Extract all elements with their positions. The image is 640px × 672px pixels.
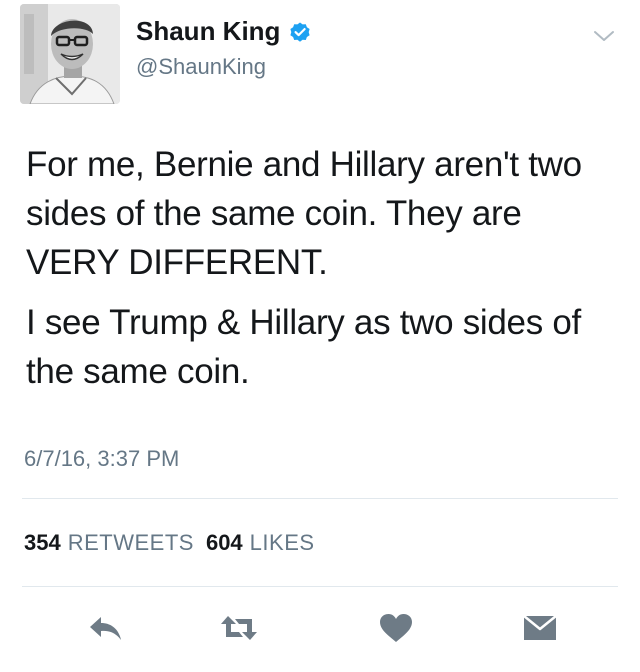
tweet-stats: 354 RETWEETS 604 LIKES — [24, 530, 315, 556]
like-button[interactable] — [376, 608, 416, 648]
retweets-stat[interactable]: 354 RETWEETS — [24, 530, 194, 556]
divider — [22, 498, 618, 499]
message-button[interactable] — [520, 608, 560, 648]
retweet-button[interactable] — [219, 608, 259, 648]
divider — [22, 586, 618, 587]
reply-icon — [90, 617, 121, 640]
avatar-portrait — [20, 4, 120, 104]
likes-count: 604 — [205, 530, 243, 555]
chevron-down-icon[interactable] — [592, 28, 616, 44]
envelope-icon — [523, 615, 557, 640]
author-name-row[interactable]: Shaun King — [136, 16, 312, 47]
tweet-paragraph: I see Trump & Hillary as two sides of th… — [26, 303, 581, 391]
heart-icon — [380, 614, 412, 642]
retweet-icon — [221, 616, 257, 640]
tweet-paragraph: For me, Bernie and Hillary aren't two si… — [26, 145, 582, 282]
likes-label: LIKES — [249, 530, 315, 555]
reply-button[interactable] — [86, 608, 126, 648]
verified-badge-icon — [290, 22, 311, 42]
likes-stat[interactable]: 604 LIKES — [206, 530, 315, 556]
avatar[interactable] — [20, 4, 120, 104]
tweet-text: For me, Bernie and Hillary aren't two si… — [26, 140, 616, 396]
tweet-timestamp[interactable]: 6/7/16, 3:37 PM — [24, 446, 179, 472]
author-name[interactable]: Shaun King — [136, 16, 280, 47]
retweets-label: RETWEETS — [67, 530, 194, 555]
tweet-card: Shaun King @ShaunKing For me, Bernie and… — [0, 0, 640, 672]
retweets-count: 354 — [24, 530, 61, 555]
author-handle[interactable]: @ShaunKing — [136, 54, 266, 80]
